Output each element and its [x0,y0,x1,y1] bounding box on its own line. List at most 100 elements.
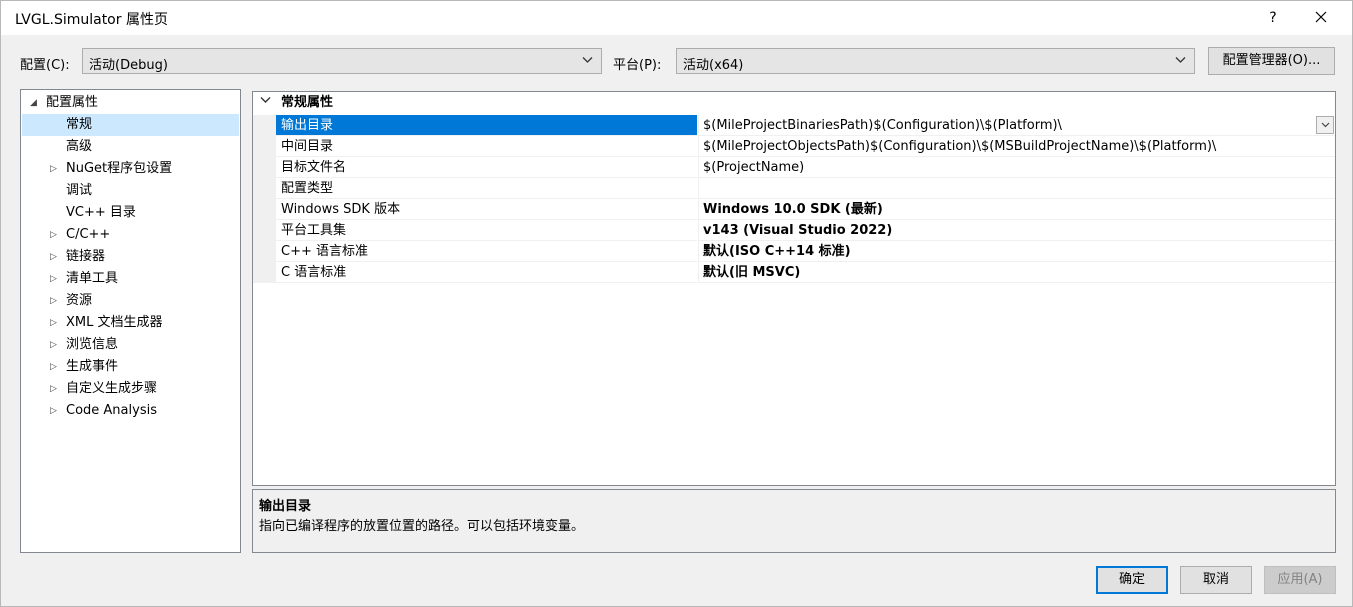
description-title: 输出目录 [259,499,312,514]
property-value[interactable]: $(ProjectName) [698,157,1335,178]
value-dropdown-button[interactable] [1316,116,1334,134]
tree-item[interactable]: ▷ 生成事件 [22,356,239,378]
description-panel: 输出目录 指向已编译程序的放置位置的路径。可以包括环境变量。 [252,489,1336,553]
row-gutter [253,220,276,241]
property-value-text: 默认(旧 MSVC) [703,265,801,280]
platform-label: 平台(P): [613,58,662,73]
collapsed-triangle-icon[interactable]: ▷ [50,224,57,246]
category-header[interactable]: 常规属性 [253,92,1335,114]
tree-item-label: 链接器 [66,249,106,264]
help-button[interactable]: ? [1259,5,1287,31]
property-row[interactable]: 平台工具集 v143 (Visual Studio 2022) [253,220,1335,241]
config-manager-button[interactable]: 配置管理器(O)... [1208,47,1335,75]
property-name[interactable]: 配置类型 [276,178,697,199]
property-value[interactable]: 默认(旧 MSVC) [698,262,1335,283]
property-value-text: v143 (Visual Studio 2022) [703,223,893,238]
property-name[interactable]: Windows SDK 版本 [276,199,697,220]
tree-item-label: C/C++ [66,227,111,242]
property-row[interactable]: 中间目录 $(MileProjectObjectsPath)$(Configura… [253,136,1335,157]
config-combo[interactable]: 活动(Debug) [82,48,602,74]
property-value-text: Windows 10.0 SDK (最新) [703,202,883,217]
property-row[interactable]: C 语言标准 默认(旧 MSVC) [253,262,1335,283]
config-value: 活动(Debug) [89,58,168,73]
property-value-text: $(ProjectName) [703,160,805,175]
tree-item-label: 调试 [66,183,93,198]
property-row[interactable]: 目标文件名 $(ProjectName) [253,157,1335,178]
property-value[interactable] [698,178,1335,199]
config-label: 配置(C): [20,58,70,73]
property-row[interactable]: Windows SDK 版本 Windows 10.0 SDK (最新) [253,199,1335,220]
tree-item-label: VC++ 目录 [66,205,136,220]
tree-item-label: 配置属性 [46,95,99,110]
property-value[interactable]: 默认(ISO C++14 标准) [698,241,1335,262]
title-bar: LVGL.Simulator 属性页 ? [1,1,1352,35]
category-title: 常规属性 [281,95,334,110]
property-name[interactable]: 输出目录 [276,115,697,136]
ok-button[interactable]: 确定 [1096,566,1168,594]
row-gutter [253,136,276,157]
property-grid: 常规属性 输出目录 $(MileProjectBinariesPath)$(Con… [252,91,1336,486]
property-row[interactable]: 输出目录 $(MileProjectBinariesPath)$(Configur… [253,115,1335,136]
property-name[interactable]: 平台工具集 [276,220,697,241]
property-value[interactable]: $(MileProjectBinariesPath)$(Configuratio… [698,115,1335,136]
property-value[interactable]: $(MileProjectObjectsPath)$(Configuration… [698,136,1335,157]
tree-item[interactable]: ▷ XML 文档生成器 [22,312,239,334]
close-button[interactable] [1301,5,1341,31]
collapsed-triangle-icon[interactable]: ▷ [50,356,57,378]
tree-item[interactable]: ▷ Code Analysis [22,400,239,422]
chevron-down-icon [1321,122,1330,128]
collapsed-triangle-icon[interactable]: ▷ [50,158,57,180]
row-gutter [253,157,276,178]
property-row[interactable]: C++ 语言标准 默认(ISO C++14 标准) [253,241,1335,262]
tree-item-label: XML 文档生成器 [66,315,163,330]
tree-item[interactable]: ▷ 清单工具 [22,268,239,290]
tree-item[interactable]: ▷ 自定义生成步骤 [22,378,239,400]
tree-item-label: Code Analysis [66,403,157,418]
tree-item[interactable]: ▷ 资源 [22,290,239,312]
tree-item-label: 高级 [66,139,93,154]
tree-item[interactable]: ◢ 配置属性 [22,92,239,114]
property-value[interactable]: Windows 10.0 SDK (最新) [698,199,1335,220]
collapsed-triangle-icon[interactable]: ▷ [50,334,57,356]
collapsed-triangle-icon[interactable]: ▷ [50,246,57,268]
row-gutter [253,241,276,262]
window-title: LVGL.Simulator 属性页 [15,12,168,28]
expanded-triangle-icon[interactable]: ◢ [30,92,37,114]
property-name[interactable]: C++ 语言标准 [276,241,697,262]
tree-item-label: 清单工具 [66,271,119,286]
row-gutter [253,178,276,199]
apply-button[interactable]: 应用(A) [1264,566,1336,594]
tree-item[interactable]: 高级 [22,136,239,158]
property-name[interactable]: C 语言标准 [276,262,697,283]
chevron-down-icon [260,97,271,103]
tree-item[interactable]: 调试 [22,180,239,202]
collapsed-triangle-icon[interactable]: ▷ [50,312,57,334]
description-text: 指向已编译程序的放置位置的路径。可以包括环境变量。 [259,519,585,534]
collapsed-triangle-icon[interactable]: ▷ [50,268,57,290]
property-name[interactable]: 目标文件名 [276,157,697,178]
tree-item[interactable]: 常规 [22,114,239,136]
row-gutter [253,199,276,220]
property-name[interactable]: 中间目录 [276,136,697,157]
tree-item[interactable]: ▷ C/C++ [22,224,239,246]
collapsed-triangle-icon[interactable]: ▷ [50,290,57,312]
tree-item-label: NuGet程序包设置 [66,161,173,176]
tree-item[interactable]: VC++ 目录 [22,202,239,224]
collapsed-triangle-icon[interactable]: ▷ [50,378,57,400]
property-value[interactable]: v143 (Visual Studio 2022) [698,220,1335,241]
cancel-button[interactable]: 取消 [1180,566,1252,594]
platform-combo[interactable]: 活动(x64) [676,48,1195,74]
row-gutter [253,262,276,283]
tree-item[interactable]: ▷ 浏览信息 [22,334,239,356]
chevron-down-icon [1175,57,1186,63]
property-tree: ◢ 配置属性 常规 高级 ▷ NuGet程序包设置 调试 VC++ 目录 ▷ C/C++ ▷ 链接器 ▷… [20,89,241,553]
tree-item[interactable]: ▷ 链接器 [22,246,239,268]
tree-item[interactable]: ▷ NuGet程序包设置 [22,158,239,180]
property-row[interactable]: 配置类型 [253,178,1335,199]
collapsed-triangle-icon[interactable]: ▷ [50,400,57,422]
platform-value: 活动(x64) [683,58,744,73]
tree-item-label: 浏览信息 [66,337,119,352]
tree-item-label: 常规 [66,117,93,132]
row-gutter [253,115,276,136]
close-icon [1315,11,1327,23]
